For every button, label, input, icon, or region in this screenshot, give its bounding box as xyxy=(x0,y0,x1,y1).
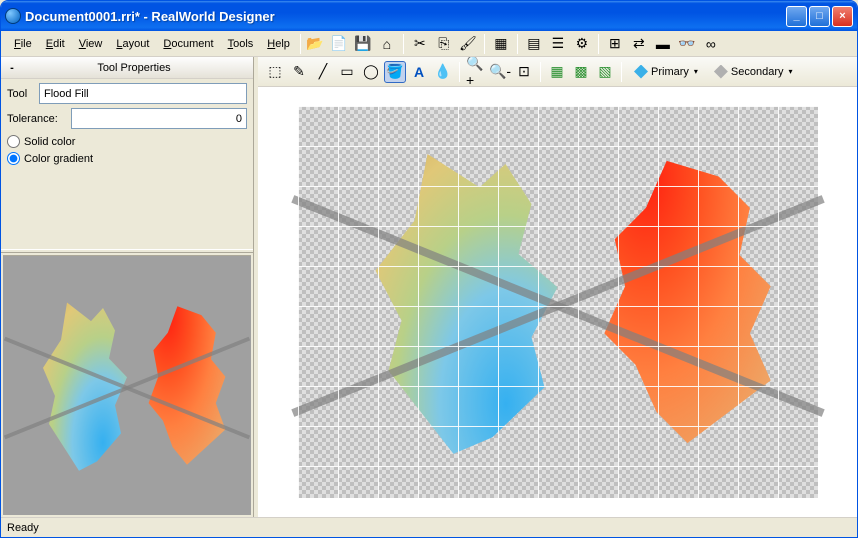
primary-color-button[interactable]: Primary ▾ xyxy=(627,62,705,82)
grid-button[interactable]: ⊞ xyxy=(604,33,626,55)
new-button[interactable]: 📄 xyxy=(328,33,350,55)
tolerance-input[interactable] xyxy=(71,108,247,129)
ellipse-tool[interactable]: ◯ xyxy=(360,61,382,83)
chevron-down-icon: ▾ xyxy=(789,67,793,76)
canvas[interactable] xyxy=(258,87,857,517)
text-tool[interactable]: A xyxy=(408,61,430,83)
fill-tool[interactable]: 🪣 xyxy=(384,61,406,83)
zoom-out-button[interactable]: 🔍- xyxy=(489,61,511,83)
grid-style-2[interactable]: ▩ xyxy=(570,61,592,83)
secondary-label: Secondary xyxy=(731,66,784,78)
color-gradient-label: Color gradient xyxy=(24,153,93,165)
settings-button[interactable]: ⚙ xyxy=(571,33,593,55)
props-button[interactable]: ☰ xyxy=(547,33,569,55)
titlebar[interactable]: Document0001.rri* - RealWorld Designer _… xyxy=(1,1,857,31)
app-window: Document0001.rri* - RealWorld Designer _… xyxy=(0,0,858,538)
layers-button[interactable]: ▤ xyxy=(523,33,545,55)
canvas-toolbar: ⬚ ✎ ╱ ▭ ◯ 🪣 A 💧 🔍+ 🔍- ⊡ ▦ ▩ ▧ Prima xyxy=(258,57,857,87)
tool-label: Tool xyxy=(7,88,35,100)
open-button[interactable]: 📂 xyxy=(304,33,326,55)
menu-edit[interactable]: Edit xyxy=(39,36,72,52)
minimize-button[interactable]: _ xyxy=(786,6,807,27)
secondary-swatch xyxy=(714,65,728,79)
swap-button[interactable]: ⇄ xyxy=(628,33,650,55)
primary-label: Primary xyxy=(651,66,689,78)
tool-properties: Tool Flood Fill Tolerance: Solid color C… xyxy=(1,79,253,171)
menu-layout[interactable]: Layout xyxy=(109,36,156,52)
eyedropper-tool[interactable]: 💧 xyxy=(432,61,454,83)
status-text: Ready xyxy=(7,522,39,534)
primary-swatch xyxy=(634,65,648,79)
grid-style-3[interactable]: ▧ xyxy=(594,61,616,83)
line-tool[interactable]: ╱ xyxy=(312,61,334,83)
zoom-fit-button[interactable]: ⊡ xyxy=(513,61,535,83)
menu-document[interactable]: Document xyxy=(156,36,220,52)
solid-color-label: Solid color xyxy=(24,136,75,148)
preview-canvas[interactable] xyxy=(3,255,251,515)
scanner-button[interactable]: ⌂ xyxy=(376,33,398,55)
cut-button[interactable]: ✂ xyxy=(409,33,431,55)
solid-color-radio[interactable] xyxy=(7,135,20,148)
panel-collapse-button[interactable]: - xyxy=(5,62,19,74)
menu-help[interactable]: Help xyxy=(260,36,297,52)
tool-select[interactable]: Flood Fill xyxy=(39,83,247,104)
save-button[interactable]: 💾 xyxy=(352,33,374,55)
left-panel: - Tool Properties Tool Flood Fill Tolera… xyxy=(1,57,254,517)
secondary-color-button[interactable]: Secondary ▾ xyxy=(707,62,800,82)
zoom-in-button[interactable]: 🔍+ xyxy=(465,61,487,83)
brush-button[interactable]: 🖌 xyxy=(457,33,479,55)
tolerance-label: Tolerance: xyxy=(7,113,67,125)
editor-panel: ⬚ ✎ ╱ ▭ ◯ 🪣 A 💧 🔍+ 🔍- ⊡ ▦ ▩ ▧ Prima xyxy=(258,57,857,517)
pencil-tool[interactable]: ✎ xyxy=(288,61,310,83)
copy-button[interactable]: ⎘ xyxy=(433,33,455,55)
panel-header: - Tool Properties xyxy=(1,57,253,79)
maximize-button[interactable]: □ xyxy=(809,6,830,27)
palette-button[interactable]: ▬ xyxy=(652,33,674,55)
link-button[interactable]: ∞ xyxy=(700,33,722,55)
content-area: - Tool Properties Tool Flood Fill Tolera… xyxy=(1,57,857,517)
grid-style-1[interactable]: ▦ xyxy=(546,61,568,83)
menu-tools[interactable]: Tools xyxy=(221,36,261,52)
color-gradient-radio[interactable] xyxy=(7,152,20,165)
preview-panel xyxy=(1,253,253,517)
statusbar: Ready xyxy=(1,517,857,537)
image-ops-button[interactable]: ▦ xyxy=(490,33,512,55)
chevron-down-icon: ▾ xyxy=(694,67,698,76)
menu-view[interactable]: View xyxy=(72,36,110,52)
app-icon xyxy=(5,8,21,24)
menubar: File Edit View Layout Document Tools Hel… xyxy=(1,31,857,57)
select-tool[interactable]: ⬚ xyxy=(264,61,286,83)
glasses-button[interactable]: 👓 xyxy=(676,33,698,55)
rect-tool[interactable]: ▭ xyxy=(336,61,358,83)
panel-title: Tool Properties xyxy=(19,62,249,74)
menu-file[interactable]: File xyxy=(7,36,39,52)
main-toolbar: 📂 📄 💾 ⌂ ✂ ⎘ 🖌 ▦ ▤ ☰ ⚙ ⊞ ⇄ ▬ 👓 ∞ xyxy=(304,33,722,55)
window-title: Document0001.rri* - RealWorld Designer xyxy=(25,9,786,24)
close-button[interactable]: × xyxy=(832,6,853,27)
